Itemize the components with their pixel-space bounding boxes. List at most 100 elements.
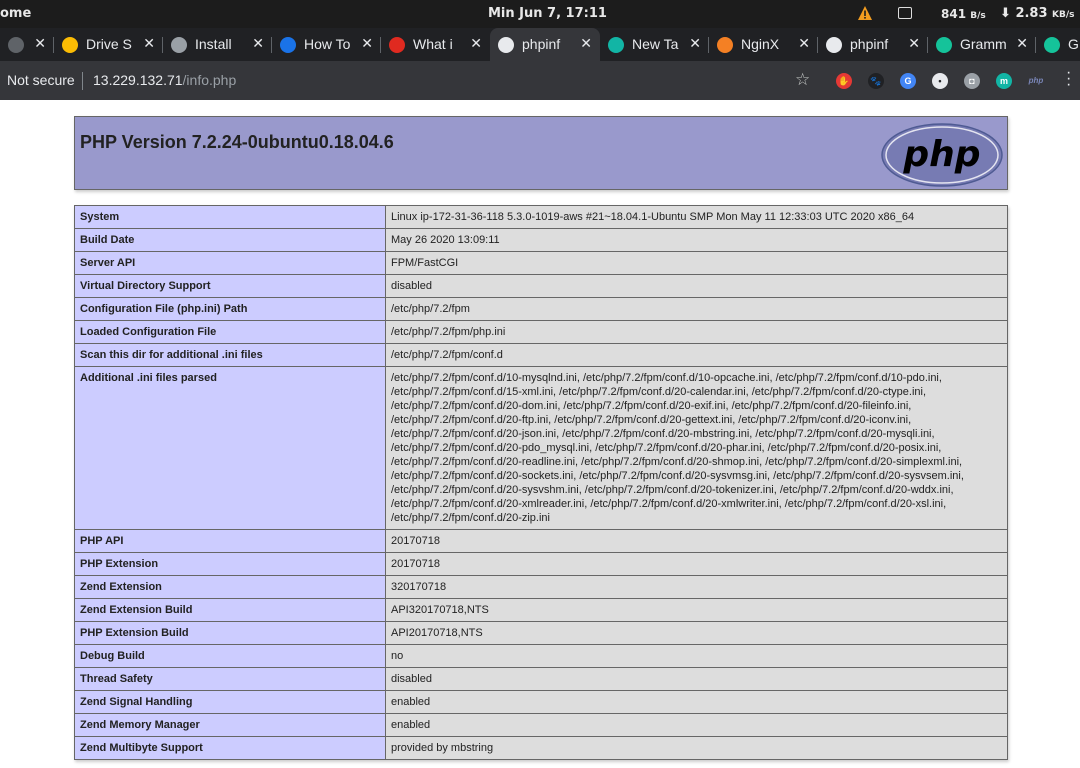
tab-strip: ✕ Drive S ✕ Install ✕ How To ✕ What i ✕ phpinf ✕ Ne… bbox=[0, 28, 1080, 61]
dots-icon[interactable]: • bbox=[932, 73, 948, 89]
tab-title: NginX bbox=[741, 36, 780, 52]
table-row: Thread Safety disabled bbox=[74, 667, 1008, 691]
row-key: PHP API bbox=[74, 529, 386, 553]
google-drive-icon bbox=[62, 37, 78, 53]
app-menu[interactable]: ome bbox=[0, 6, 31, 21]
close-tab-icon[interactable]: ✕ bbox=[34, 35, 46, 52]
grammarly-icon bbox=[1044, 37, 1060, 53]
tab-0[interactable]: ✕ bbox=[0, 28, 54, 61]
table-row: Zend Multibyte Support provided by mbstri… bbox=[74, 736, 1008, 760]
row-value: no bbox=[385, 644, 1008, 668]
close-tab-icon[interactable]: ✕ bbox=[1016, 35, 1028, 52]
row-key: Additional .ini files parsed bbox=[74, 366, 386, 530]
row-value: enabled bbox=[385, 713, 1008, 737]
row-key: Virtual Directory Support bbox=[74, 274, 386, 298]
table-row: Additional .ini files parsed/etc/php/7.2… bbox=[74, 366, 1008, 530]
tab-8[interactable]: phpinf ✕ bbox=[818, 28, 928, 61]
url-input[interactable]: 13.229.132.71/info.php bbox=[93, 72, 236, 88]
row-key: Zend Multibyte Support bbox=[74, 736, 386, 760]
row-key: PHP Extension Build bbox=[74, 621, 386, 645]
close-tab-icon[interactable]: ✕ bbox=[252, 35, 264, 52]
table-row: PHP API 20170718 bbox=[74, 529, 1008, 553]
tab-title: Drive S bbox=[86, 36, 132, 52]
close-tab-icon[interactable]: ✕ bbox=[798, 35, 810, 52]
tab-7[interactable]: NginX ✕ bbox=[709, 28, 818, 61]
row-value: 20170718 bbox=[385, 529, 1008, 553]
tab-10[interactable]: G bbox=[1036, 28, 1080, 61]
table-row: PHP Extension 20170718 bbox=[74, 552, 1008, 576]
row-value: disabled bbox=[385, 274, 1008, 298]
table-row: Virtual Directory Support disabled bbox=[74, 274, 1008, 298]
net-upload-speed: ⬇ 2.83 KB/s bbox=[1000, 6, 1075, 21]
row-key: Build Date bbox=[74, 228, 386, 252]
row-key: Thread Safety bbox=[74, 667, 386, 691]
tab-3[interactable]: How To ✕ bbox=[272, 28, 381, 61]
image-indicator-icon[interactable] bbox=[898, 7, 912, 19]
tab-title: Install bbox=[195, 36, 232, 52]
stackoverflow-icon bbox=[717, 37, 733, 53]
row-value: FPM/FastCGI bbox=[385, 251, 1008, 275]
row-value: /etc/php/7.2/fpm/conf.d/10-mysqlnd.ini, … bbox=[385, 366, 1008, 530]
row-value: /etc/php/7.2/fpm/php.ini bbox=[385, 320, 1008, 344]
row-key: System bbox=[74, 205, 386, 229]
tab-title: New Ta bbox=[632, 36, 679, 52]
translate-icon[interactable]: G bbox=[900, 73, 916, 89]
tab-1[interactable]: Drive S ✕ bbox=[54, 28, 163, 61]
row-key: Scan this dir for additional .ini files bbox=[74, 343, 386, 367]
php-logo-icon[interactable]: php bbox=[881, 123, 1003, 187]
adblock-icon[interactable]: ✋ bbox=[836, 73, 852, 89]
tab-9[interactable]: Gramm ✕ bbox=[928, 28, 1036, 61]
digitalocean-icon bbox=[280, 37, 296, 53]
browser-menu-icon[interactable]: · · · bbox=[1066, 65, 1072, 93]
security-indicator[interactable]: Not secure bbox=[7, 72, 75, 88]
tab-title: How To bbox=[304, 36, 351, 52]
address-bar: Not secure 13.229.132.71/info.php ☆ ✋ 🐾 G •… bbox=[0, 61, 1080, 100]
row-key: Zend Memory Manager bbox=[74, 713, 386, 737]
net-download-speed: 841 B/s bbox=[941, 7, 986, 21]
table-row: Build Date May 26 2020 13:09:11 bbox=[74, 228, 1008, 252]
row-value: Linux ip-172-31-36-118 5.3.0-1019-aws #2… bbox=[385, 205, 1008, 229]
askubuntu-icon bbox=[389, 37, 405, 53]
row-value: enabled bbox=[385, 690, 1008, 714]
close-tab-icon[interactable]: ✕ bbox=[908, 35, 920, 52]
tab-6[interactable]: New Ta ✕ bbox=[600, 28, 709, 61]
php-version-header: PHP Version 7.2.24-0ubuntu0.18.04.6 php bbox=[74, 116, 1008, 190]
table-row: Configuration File (php.ini) Path/etc/ph… bbox=[74, 297, 1008, 321]
close-tab-icon[interactable]: ✕ bbox=[580, 35, 592, 52]
close-tab-icon[interactable]: ✕ bbox=[470, 35, 482, 52]
m-ext-icon[interactable]: m bbox=[996, 73, 1012, 89]
globe-icon bbox=[498, 37, 514, 53]
table-row: PHP Extension Build API20170718,NTS bbox=[74, 621, 1008, 645]
table-row: Zend Extension 320170718 bbox=[74, 575, 1008, 599]
tab-title: Gramm bbox=[960, 36, 1007, 52]
grammarly-icon bbox=[936, 37, 952, 53]
close-tab-icon[interactable]: ✕ bbox=[143, 35, 155, 52]
tab-2[interactable]: Install ✕ bbox=[163, 28, 272, 61]
paw-icon[interactable]: 🐾 bbox=[868, 73, 884, 89]
clock[interactable]: Min Jun 7, 17:11 bbox=[488, 6, 607, 21]
m-icon bbox=[608, 37, 624, 53]
table-row: Zend Memory Manager enabled bbox=[74, 713, 1008, 737]
row-value: 320170718 bbox=[385, 575, 1008, 599]
row-value: API320170718,NTS bbox=[385, 598, 1008, 622]
speaker-icon bbox=[8, 37, 24, 53]
table-row: Server API FPM/FastCGI bbox=[74, 251, 1008, 275]
tab-5[interactable]: phpinf ✕ bbox=[490, 28, 600, 61]
row-key: Zend Extension bbox=[74, 575, 386, 599]
bookmark-star-icon[interactable]: ☆ bbox=[795, 70, 810, 90]
table-row: Debug Build no bbox=[74, 644, 1008, 668]
row-key: Loaded Configuration File bbox=[74, 320, 386, 344]
tab-title: What i bbox=[413, 36, 453, 52]
table-row: Scan this dir for additional .ini files /… bbox=[74, 343, 1008, 367]
camera-icon[interactable]: ◘ bbox=[964, 73, 980, 89]
system-top-bar: ome Min Jun 7, 17:11 841 B/s ⬇ 2.83 KB/s bbox=[0, 0, 1080, 28]
table-row: System Linux ip-172-31-36-118 5.3.0-1019-… bbox=[74, 205, 1008, 229]
globe-icon bbox=[826, 37, 842, 53]
tab-4[interactable]: What i ✕ bbox=[381, 28, 490, 61]
warning-icon[interactable] bbox=[857, 5, 873, 21]
row-key: Configuration File (php.ini) Path bbox=[74, 297, 386, 321]
tab-title: phpinf bbox=[850, 36, 889, 52]
close-tab-icon[interactable]: ✕ bbox=[361, 35, 373, 52]
close-tab-icon[interactable]: ✕ bbox=[689, 35, 701, 52]
php-ext-icon[interactable]: php bbox=[1028, 73, 1044, 89]
